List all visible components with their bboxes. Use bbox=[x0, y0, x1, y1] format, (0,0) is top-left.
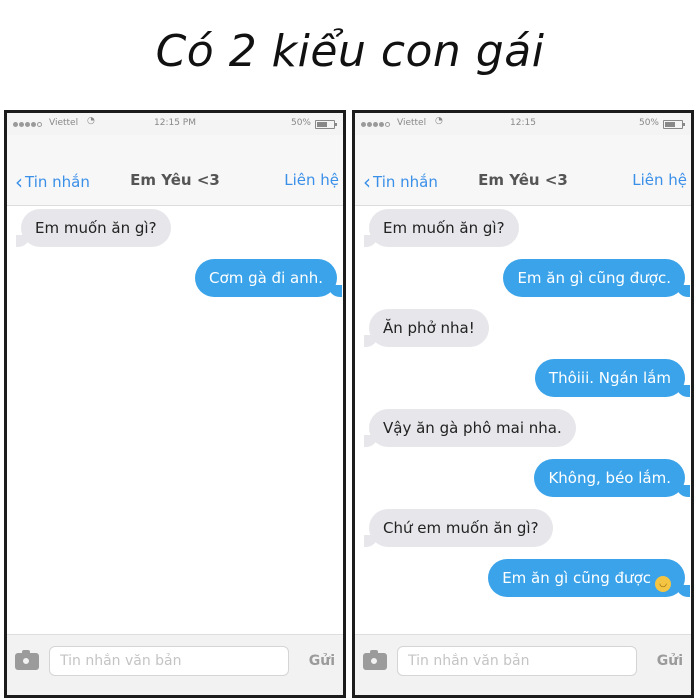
phone-left: Viettel ◔ 12:15 PM 50% ‹ Tin nhắn Em Yêu … bbox=[4, 110, 346, 698]
page-title: Có 2 kiểu con gái bbox=[155, 26, 545, 77]
smiling-face-icon: ◡ bbox=[655, 576, 671, 592]
message-text: Em ăn gì cũng được bbox=[502, 569, 651, 587]
battery-icon bbox=[315, 120, 337, 129]
contact-button[interactable]: Liên hệ bbox=[632, 171, 687, 189]
message-incoming: Em muốn ăn gì? bbox=[16, 209, 171, 247]
message-incoming: Ăn phở nha! bbox=[364, 309, 489, 347]
message-input[interactable] bbox=[49, 646, 289, 676]
send-button[interactable]: Gửi bbox=[309, 653, 335, 669]
message-incoming: Chứ em muốn ăn gì? bbox=[364, 509, 553, 547]
status-bar: Viettel ◔ 12:15 PM 50% bbox=[7, 113, 343, 135]
battery-percent: 50% bbox=[290, 118, 311, 128]
phone-right: Viettel ◔ 12:15 50% ‹ Tin nhắn Em Yêu <3 … bbox=[352, 110, 694, 698]
send-button[interactable]: Gửi bbox=[657, 653, 683, 669]
message-outgoing: Em ăn gì cũng được. bbox=[503, 259, 690, 297]
message-outgoing: Thôiii. Ngán lắm bbox=[534, 359, 691, 397]
nav-bar: ‹ Tin nhắn Em Yêu <3 Liên hệ bbox=[355, 135, 691, 206]
message-outgoing: Không, béo lắm. bbox=[534, 459, 690, 497]
contact-button[interactable]: Liên hệ bbox=[284, 171, 339, 189]
compose-bar: Gửi bbox=[355, 634, 691, 695]
camera-icon[interactable] bbox=[363, 650, 387, 670]
battery-percent: 50% bbox=[638, 118, 659, 128]
status-bar: Viettel ◔ 12:15 50% bbox=[355, 113, 691, 135]
message-outgoing: Cơm gà đi anh. bbox=[195, 259, 342, 297]
message-incoming: Em muốn ăn gì? bbox=[364, 209, 519, 247]
message-incoming: Vậy ăn gà phô mai nha. bbox=[364, 409, 576, 447]
message-outgoing: Em ăn gì cũng được ◡ bbox=[488, 559, 690, 597]
message-input[interactable] bbox=[397, 646, 637, 676]
camera-icon[interactable] bbox=[15, 650, 39, 670]
compose-bar: Gửi bbox=[7, 634, 343, 695]
nav-bar: ‹ Tin nhắn Em Yêu <3 Liên hệ bbox=[7, 135, 343, 206]
battery-icon bbox=[663, 120, 685, 129]
